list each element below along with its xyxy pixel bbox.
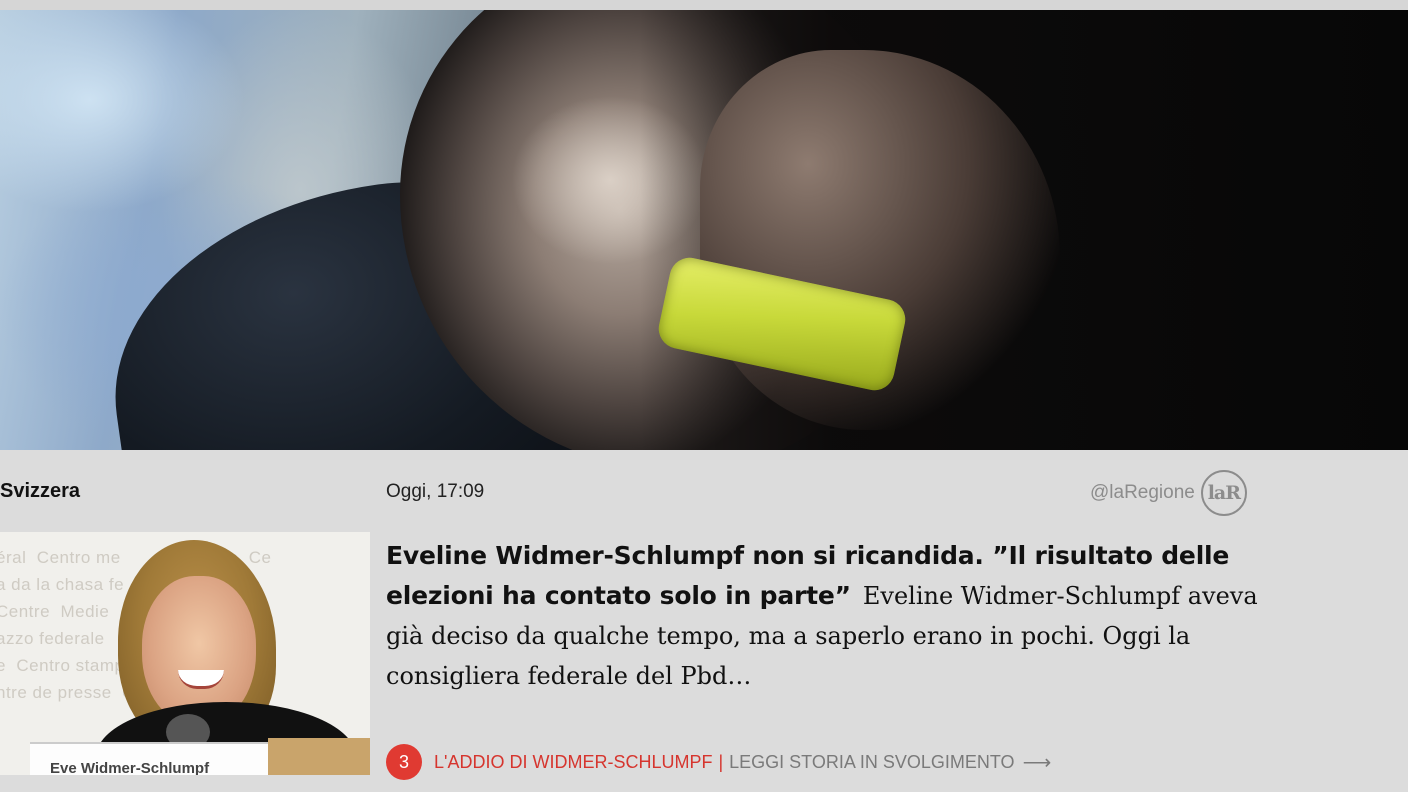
read-story-link[interactable]: LEGGI STORIA IN SVOLGIMENTO <box>729 752 1014 773</box>
source-link[interactable]: @laRegione laR <box>1090 468 1247 518</box>
story-count-badge: 3 <box>386 744 422 780</box>
top-strip <box>0 0 1408 10</box>
article-teaser[interactable]: Eveline Widmer-Schlumpf non si ricandida… <box>386 536 1266 696</box>
laregione-logo-icon: laR <box>1200 470 1247 516</box>
hero-image[interactable] <box>0 10 1408 450</box>
story-row: 3 L'ADDIO DI WIDMER-SCHLUMPF | LEGGI STO… <box>386 743 1051 781</box>
section-label[interactable]: Svizzera <box>0 480 80 503</box>
desk <box>268 738 370 775</box>
source-handle: @laRegione <box>1090 482 1195 503</box>
article-thumbnail[interactable]: éral Centro me federale Ce a da la chasa… <box>0 532 370 775</box>
right-arrow-icon[interactable]: ⟶ <box>1023 750 1052 775</box>
article-timestamp: Oggi, 17:09 <box>386 481 485 502</box>
story-separator: | <box>718 751 724 772</box>
nameplate: Eve Widmer-Schlumpf <box>30 742 268 775</box>
story-title-link[interactable]: L'ADDIO DI WIDMER-SCHLUMPF <box>434 752 712 773</box>
